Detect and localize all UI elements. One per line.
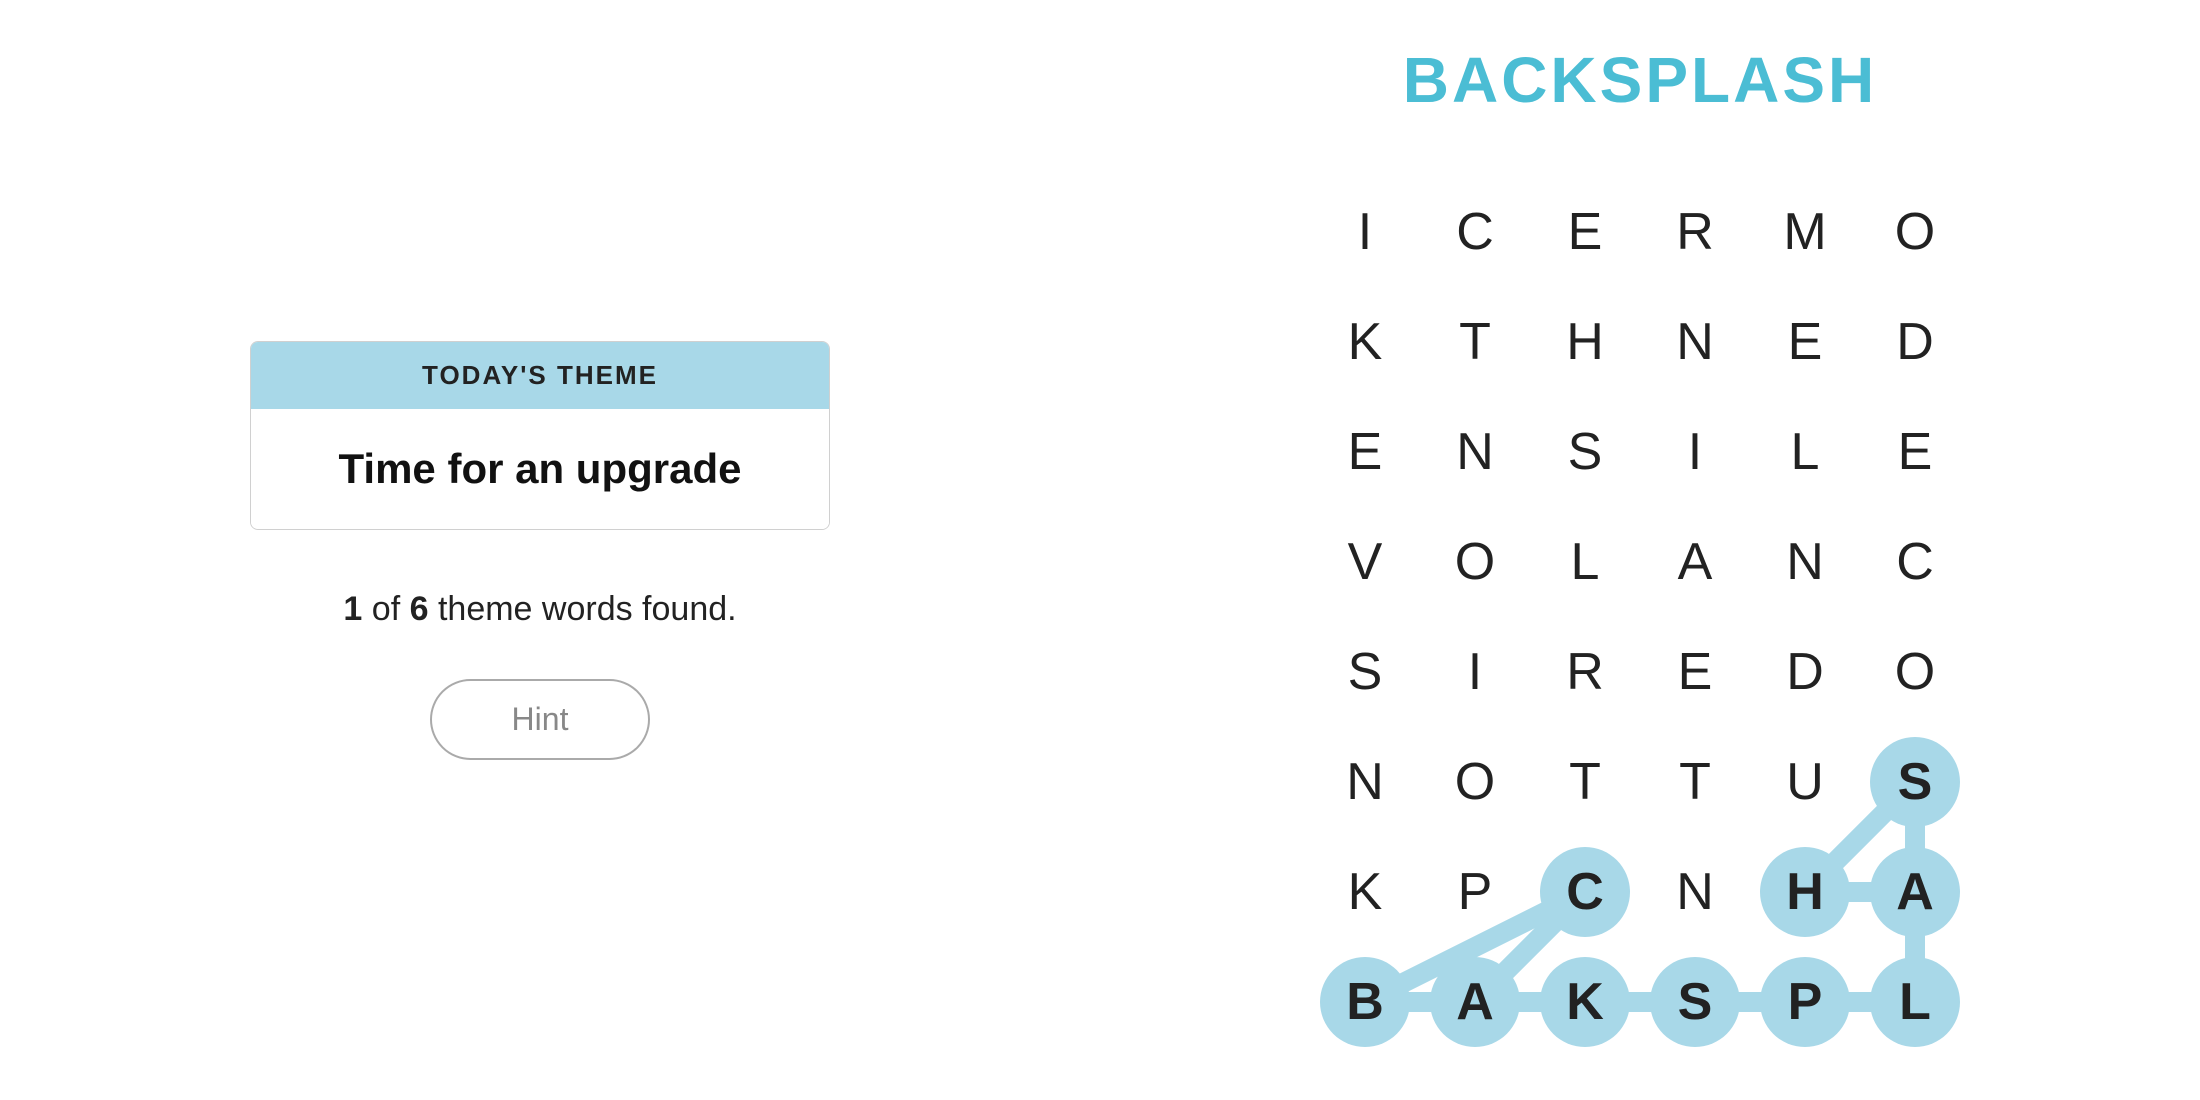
main-container: TODAY'S THEME Time for an upgrade 1 of 6… [0, 0, 2200, 1100]
grid-cell[interactable]: E [1640, 617, 1750, 727]
grid-cell[interactable]: O [1860, 177, 1970, 287]
grid-cell[interactable]: S [1640, 947, 1750, 1057]
grid-cell[interactable]: A [1420, 947, 1530, 1057]
progress-of: of [372, 590, 410, 628]
grid-cell[interactable]: L [1860, 947, 1970, 1057]
theme-card: TODAY'S THEME Time for an upgrade [250, 341, 830, 530]
left-panel: TODAY'S THEME Time for an upgrade 1 of 6… [0, 281, 1080, 820]
grid-cell[interactable]: E [1530, 177, 1640, 287]
grid-cell[interactable]: N [1310, 727, 1420, 837]
grid-cell[interactable]: I [1420, 617, 1530, 727]
grid-cell[interactable]: T [1640, 727, 1750, 837]
grid-container: ICERMOKTHNEDENSILEVOLANCSIREDONOTTUSKPCN… [1310, 177, 1970, 1057]
grid-cell[interactable]: D [1750, 617, 1860, 727]
grid-cell[interactable]: K [1310, 287, 1420, 397]
grid-cell[interactable]: I [1310, 177, 1420, 287]
grid-cell[interactable]: K [1310, 837, 1420, 947]
grid-cell[interactable]: N [1640, 837, 1750, 947]
found-count: 1 [343, 590, 362, 628]
grid-cell[interactable]: S [1860, 727, 1970, 837]
grid-cell[interactable]: M [1750, 177, 1860, 287]
theme-body: Time for an upgrade [251, 409, 829, 529]
grid-cell[interactable]: S [1310, 617, 1420, 727]
grid-cell[interactable]: H [1750, 837, 1860, 947]
grid-cell[interactable]: R [1530, 617, 1640, 727]
grid-cell[interactable]: H [1530, 287, 1640, 397]
grid-cell[interactable]: U [1750, 727, 1860, 837]
grid-cell[interactable]: L [1530, 507, 1640, 617]
grid-cell[interactable]: A [1640, 507, 1750, 617]
grid-cell[interactable]: T [1420, 287, 1530, 397]
grid-cell[interactable]: C [1530, 837, 1640, 947]
total-count: 6 [410, 590, 429, 628]
grid-cell[interactable]: V [1310, 507, 1420, 617]
grid-cell[interactable]: E [1310, 397, 1420, 507]
progress-suffix: theme words found. [438, 590, 737, 628]
grid-cell[interactable]: C [1420, 177, 1530, 287]
grid-cell[interactable]: N [1420, 397, 1530, 507]
grid-cell[interactable]: C [1860, 507, 1970, 617]
grid-cell[interactable]: N [1640, 287, 1750, 397]
grid-cell[interactable]: S [1530, 397, 1640, 507]
grid-cell[interactable]: L [1750, 397, 1860, 507]
game-title: BACKSPLASH [1403, 43, 1877, 117]
grid-cell[interactable]: O [1420, 727, 1530, 837]
letter-grid: ICERMOKTHNEDENSILEVOLANCSIREDONOTTUSKPCN… [1310, 177, 1970, 1057]
grid-cell[interactable]: B [1310, 947, 1420, 1057]
grid-cell[interactable]: R [1640, 177, 1750, 287]
grid-cell[interactable]: E [1750, 287, 1860, 397]
grid-cell[interactable]: T [1530, 727, 1640, 837]
hint-button[interactable]: Hint [430, 679, 651, 760]
grid-cell[interactable]: A [1860, 837, 1970, 947]
grid-cell[interactable]: E [1860, 397, 1970, 507]
theme-header: TODAY'S THEME [251, 342, 829, 409]
grid-cell[interactable]: O [1860, 617, 1970, 727]
grid-cell[interactable]: D [1860, 287, 1970, 397]
progress-text: 1 of 6 theme words found. [343, 590, 736, 629]
grid-cell[interactable]: K [1530, 947, 1640, 1057]
grid-cell[interactable]: P [1420, 837, 1530, 947]
grid-cell[interactable]: P [1750, 947, 1860, 1057]
right-panel: BACKSPLASH ICERMOKTHNEDENSILEVOLANCSIRED… [1080, 3, 2200, 1097]
grid-cell[interactable]: I [1640, 397, 1750, 507]
grid-cell[interactable]: N [1750, 507, 1860, 617]
grid-cell[interactable]: O [1420, 507, 1530, 617]
